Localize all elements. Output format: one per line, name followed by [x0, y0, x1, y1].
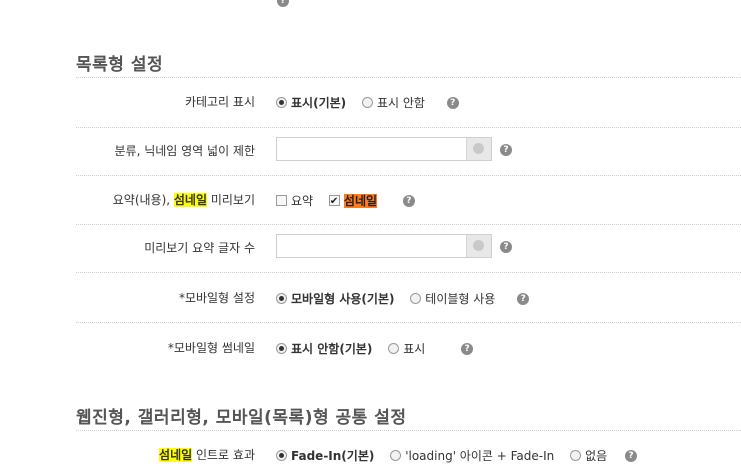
- divider: [76, 272, 741, 273]
- radio-fade-in[interactable]: Fade-In(기본): [276, 446, 374, 466]
- radio-icon[interactable]: [388, 342, 400, 354]
- divider: [76, 77, 741, 78]
- preview-options: 요약 섬네일 ?: [276, 190, 415, 212]
- radio-none[interactable]: 없음: [570, 446, 607, 466]
- help-icon[interactable]: ?: [625, 449, 637, 462]
- checkbox-summary[interactable]: 요약: [276, 191, 313, 211]
- radio-icon[interactable]: [276, 96, 287, 108]
- row-preview: 요약(내용), 섬네일 미리보기 요약 섬네일 ?: [0, 190, 741, 212]
- preview-count-label: 미리보기 요약 글자 수: [144, 241, 255, 255]
- radio-thumb-show[interactable]: 표시: [388, 339, 425, 359]
- intro-effect-label: 섬네일 인트로 효과: [159, 448, 255, 462]
- color-picker-icon: [473, 240, 484, 251]
- help-icon[interactable]: ?: [500, 144, 512, 156]
- section-title-common: 웹진형, 갤러리형, 모바일(목록)형 공통 설정: [76, 408, 407, 428]
- help-icon[interactable]: ?: [461, 342, 474, 355]
- mobile-type-options: 모바일형 사용(기본) 테이블형 사용 ?: [276, 288, 530, 309]
- width-limit-input[interactable]: [277, 138, 467, 160]
- mobile-type-label: *모바일형 설정: [178, 291, 255, 305]
- mobile-thumbnail-label: *모바일형 썸네일: [167, 341, 255, 355]
- radio-loading-fade-in[interactable]: 'loading' 아이콘 + Fade-In: [390, 446, 554, 466]
- radio-icon[interactable]: [410, 292, 422, 304]
- preview-count-field: [276, 234, 492, 258]
- row-mobile-thumbnail: *모바일형 썸네일 표시 안함(기본) 표시 ?: [0, 338, 741, 358]
- divider: [76, 175, 741, 176]
- color-picker-button[interactable]: [466, 138, 491, 160]
- divider: [76, 127, 741, 128]
- radio-table-use[interactable]: 테이블형 사용: [410, 289, 495, 309]
- help-icon[interactable]: ?: [277, 0, 289, 7]
- checkbox-icon[interactable]: [276, 194, 287, 206]
- intro-effect-options: Fade-In(기본) 'loading' 아이콘 + Fade-In 없음 ?: [276, 445, 637, 465]
- help-icon[interactable]: ?: [446, 96, 459, 109]
- radio-icon[interactable]: [570, 449, 582, 461]
- help-icon[interactable]: ?: [402, 194, 415, 207]
- radio-icon[interactable]: [276, 449, 287, 461]
- row-intro-effect: 섬네일 인트로 효과 Fade-In(기본) 'loading' 아이콘 + F…: [0, 445, 741, 465]
- category-display-label: 카테고리 표시: [184, 95, 255, 109]
- row-category-display: 카테고리 표시 표시(기본) 표시 안함 ?: [0, 92, 741, 112]
- radio-category-hide[interactable]: 표시 안함: [361, 93, 425, 113]
- radio-icon[interactable]: [276, 292, 287, 304]
- divider: [76, 322, 741, 323]
- category-display-options: 표시(기본) 표시 안함 ?: [276, 92, 459, 112]
- width-limit-label: 분류, 닉네임 영역 넓이 제한: [114, 144, 255, 158]
- radio-mobile-use[interactable]: 모바일형 사용(기본): [276, 289, 394, 309]
- row-mobile-type: *모바일형 설정 모바일형 사용(기본) 테이블형 사용 ?: [0, 288, 741, 308]
- checkbox-thumbnail[interactable]: 섬네일: [328, 191, 378, 212]
- width-limit-field: [276, 137, 492, 161]
- color-picker-icon: [473, 143, 484, 154]
- section-title-list: 목록형 설정: [76, 55, 164, 75]
- help-icon[interactable]: ?: [517, 292, 530, 305]
- radio-icon[interactable]: [276, 342, 287, 354]
- mobile-thumbnail-options: 표시 안함(기본) 표시 ?: [276, 338, 474, 359]
- radio-thumb-hide[interactable]: 표시 안함(기본): [276, 339, 372, 359]
- checkbox-icon[interactable]: [328, 192, 340, 212]
- color-picker-button[interactable]: [466, 235, 491, 257]
- divider: [76, 430, 741, 431]
- preview-label: 요약(내용), 섬네일 미리보기: [112, 193, 255, 207]
- divider: [76, 224, 741, 225]
- preview-count-input[interactable]: [277, 235, 467, 257]
- radio-icon[interactable]: [361, 96, 373, 108]
- radio-icon[interactable]: [390, 449, 402, 461]
- radio-category-show[interactable]: 표시(기본): [276, 93, 346, 113]
- help-icon[interactable]: ?: [500, 241, 512, 253]
